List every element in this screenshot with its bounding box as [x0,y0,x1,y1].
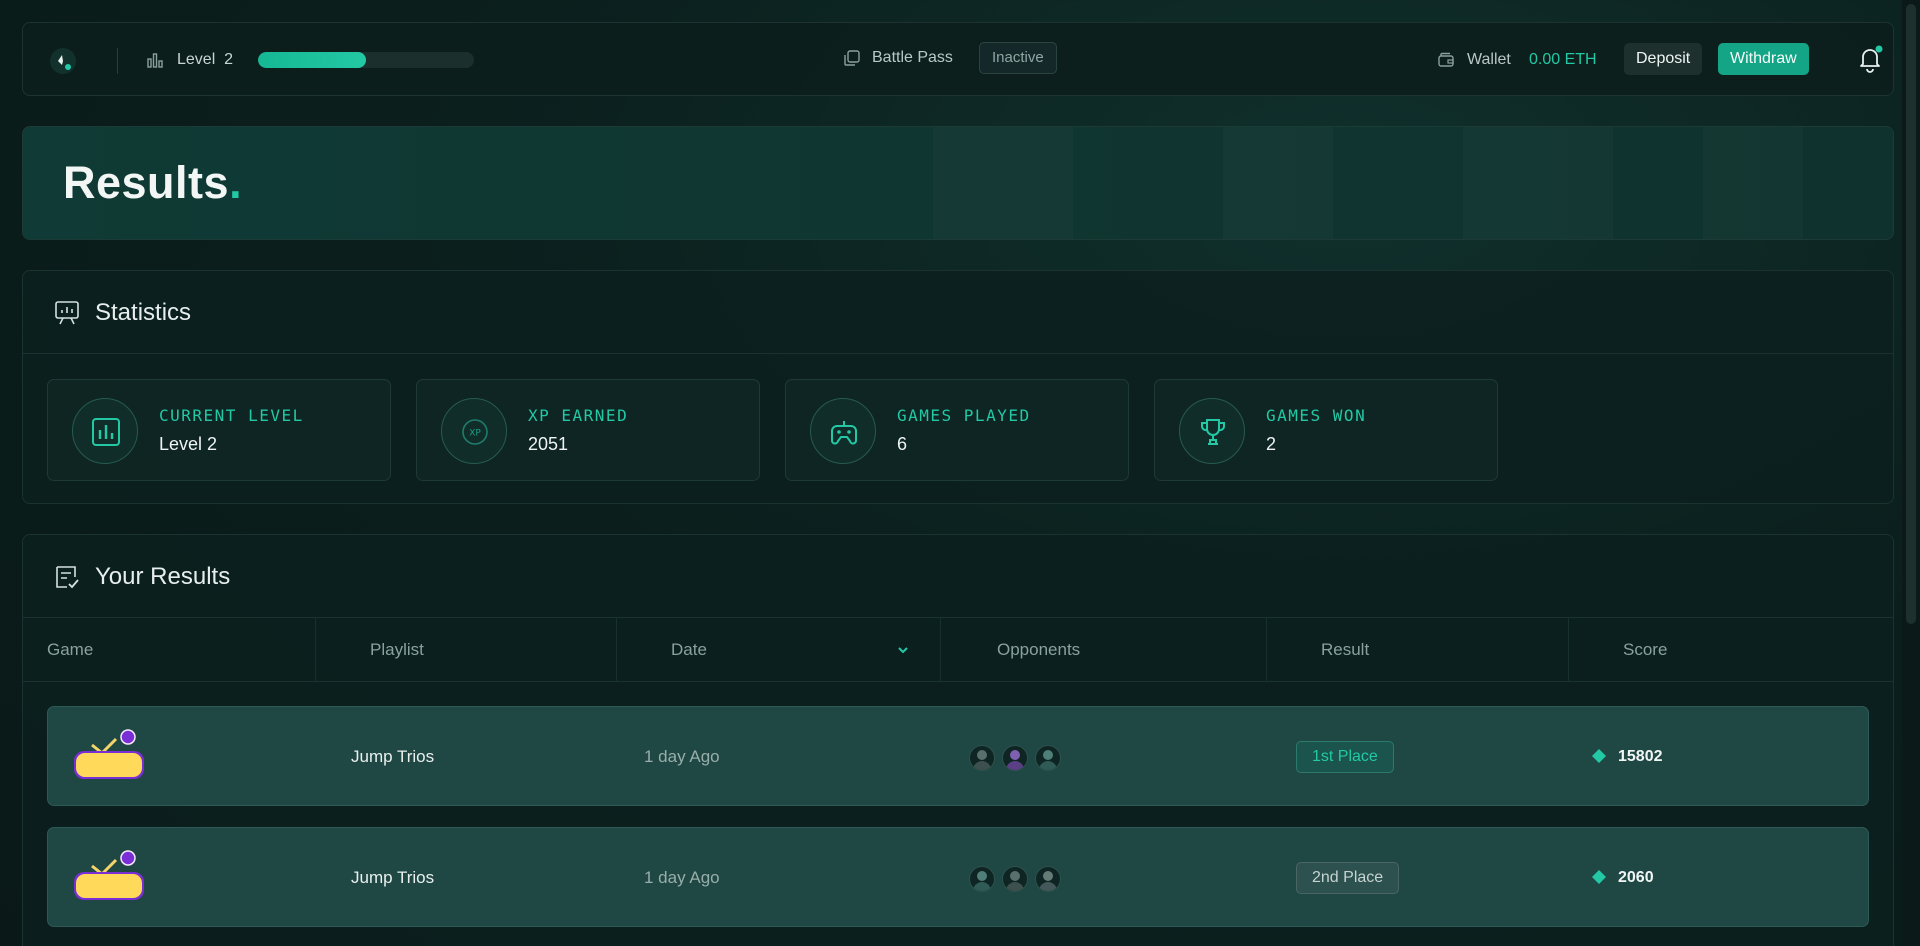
opponent-avatar-icon [973,750,991,770]
hero-decoration [1703,127,1803,239]
column-header-date[interactable]: Date [617,618,941,682]
xp-progress-fill [258,52,366,68]
page-title-dot: . [229,157,243,208]
opponent-avatar-icon [973,871,991,891]
page-title: Results. [63,157,242,209]
stat-card-xp-earned: XP XP Earned 2051 [416,379,760,481]
table-row[interactable]: Jump Trios 1 day Ago 1st Place 15802 [47,706,1869,806]
row-playlist: Jump Trios [351,747,435,766]
checklist-icon [56,566,79,589]
stat-icon-circle [72,398,138,464]
opponent-avatar[interactable] [1002,745,1028,771]
xp-progress-bar [258,52,474,68]
column-header-date-label: Date [671,640,707,659]
chevron-down-icon[interactable] [896,643,910,657]
stat-value: 6 [897,434,908,454]
wallet-icon [1438,52,1454,67]
scrollbar-thumb[interactable] [1906,4,1916,624]
page-header: Results. [22,126,1894,240]
opponent-avatar-icon [1039,750,1057,770]
stat-value: 2051 [528,434,569,454]
svg-text:XP: XP [469,429,481,439]
row-score: 15802 [1618,748,1663,765]
stat-card-games-won: Games Won 2 [1154,379,1498,481]
stat-icon-circle [1179,398,1245,464]
trophy-icon [1201,419,1225,445]
hero-decoration [1223,127,1333,239]
gem-icon [1592,870,1606,884]
stat-label: Games Played [897,406,1031,425]
results-header: Your Results [23,535,1893,618]
notification-bell-icon[interactable] [1854,43,1886,75]
column-header-game[interactable]: Game [23,618,316,682]
jump-game-logo [74,850,144,900]
row-date: 1 day Ago [644,868,720,887]
xp-icon: XP [462,419,488,445]
opponent-avatar-icon [1006,871,1024,891]
withdraw-button[interactable]: Withdraw [1718,43,1809,75]
row-score: 2060 [1618,869,1654,886]
battle-pass-status-badge: Inactive [979,42,1057,74]
level-label: Level 2 [177,51,234,68]
stat-value: Level 2 [159,434,218,454]
gem-icon [1592,749,1606,763]
bar-chart-icon [92,418,120,446]
page-title-text: Results [63,157,230,208]
scrollbar-track[interactable] [1902,0,1920,946]
results-title: Your Results [95,563,231,590]
statistics-header: Statistics [23,271,1893,354]
stat-card-games-played: Games Played 6 [785,379,1129,481]
topbar-divider [117,48,118,74]
gamepad-icon [831,421,857,445]
opponent-avatar[interactable] [969,745,995,771]
notification-dot [1875,45,1883,53]
wallet-label: Wallet [1467,51,1511,68]
presentation-chart-icon [55,301,79,325]
battle-pass-icon [844,50,860,66]
row-date: 1 day Ago [644,747,720,766]
stat-icon-circle: XP [441,398,507,464]
column-header-result[interactable]: Result [1267,618,1569,682]
wallet-balance: 0.00 ETH [1529,51,1597,68]
column-header-opponents[interactable]: Opponents [941,618,1267,682]
jump-game-logo [74,729,144,779]
opponent-avatar[interactable] [1035,745,1061,771]
result-badge: 2nd Place [1296,862,1400,894]
stat-label: XP Earned [528,406,629,425]
deposit-button[interactable]: Deposit [1624,43,1703,75]
stat-label: Games Won [1266,406,1367,425]
results-table-header: Game Playlist Date Opponents Result Scor… [23,618,1893,682]
hero-decoration [1463,127,1613,239]
column-header-playlist[interactable]: Playlist [316,618,617,682]
row-playlist: Jump Trios [351,868,435,887]
stat-value: 2 [1266,434,1277,454]
opponent-avatar-icon [1006,750,1024,770]
result-badge: 1st Place [1296,741,1394,773]
opponent-avatar[interactable] [969,866,995,892]
column-header-score[interactable]: Score [1569,618,1895,682]
results-panel: Your Results Game Playlist Date Opponent… [22,534,1894,946]
logo-icon[interactable] [49,47,77,75]
hero-decoration [933,127,1073,239]
level-bars-icon [147,53,163,68]
stat-card-current-level: Current Level Level 2 [47,379,391,481]
top-bar: Level 2 Battle Pass Inactive Wallet 0.00… [22,22,1894,96]
statistics-panel: Statistics Current Level Level 2 XP XP E… [22,270,1894,504]
opponent-avatar[interactable] [1035,866,1061,892]
opponent-avatar-icon [1039,871,1057,891]
battle-pass-label[interactable]: Battle Pass [872,49,953,67]
table-row[interactable]: Jump Trios 1 day Ago 2nd Place 2060 [47,827,1869,927]
stat-icon-circle [810,398,876,464]
stat-label: Current Level [159,406,304,425]
statistics-title: Statistics [95,299,192,326]
opponent-avatar[interactable] [1002,866,1028,892]
